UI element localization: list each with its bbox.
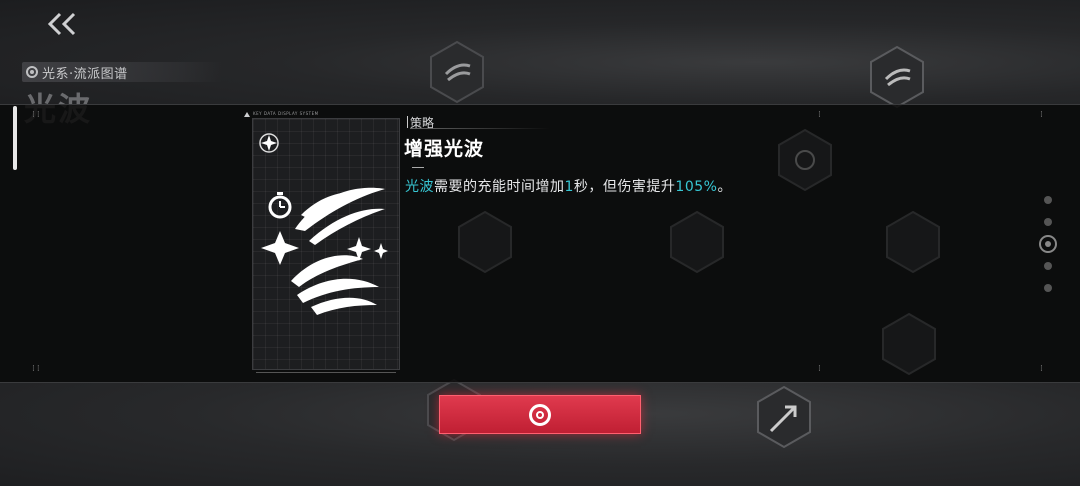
desc-number: 1 <box>564 179 574 195</box>
panel-mark: ⁞ <box>1040 364 1045 374</box>
node-hex-icon <box>670 210 724 274</box>
light-school-icon <box>26 66 38 78</box>
panel-divider-bottom <box>0 382 1080 383</box>
node-hex-icon <box>882 312 936 376</box>
school-title: 光系·流派图谱 <box>42 66 128 82</box>
panel-divider-top <box>0 104 1080 105</box>
light-wave-skill-icon <box>259 133 388 315</box>
scrollbar[interactable] <box>13 106 17 170</box>
panel-mark: ⁞⁞ <box>32 110 42 120</box>
node-hex-icon[interactable] <box>755 385 813 449</box>
node-hex-icon[interactable] <box>428 40 486 104</box>
panel-mark: ⁞ <box>818 364 823 374</box>
desc-percent: 105% <box>675 179 718 195</box>
skill-title: 增强光波 <box>404 138 485 160</box>
desc-text: 。 <box>717 179 732 195</box>
title-dash <box>412 167 424 168</box>
panel-mark: ⁞ <box>818 110 823 120</box>
confirm-button[interactable] <box>439 395 641 434</box>
node-hex-icon <box>778 128 832 192</box>
node-hex-icon <box>458 210 512 274</box>
panel-mark: ⁞ <box>1040 110 1045 120</box>
node-hex-icon <box>886 210 940 274</box>
skill-card <box>252 118 400 370</box>
tag-divider <box>410 128 550 129</box>
card-header-text: KEY DATA DISPLAY SYSTEM <box>253 111 319 116</box>
confirm-ring-icon <box>529 403 551 426</box>
school-title-pill: 光系·流派图谱 <box>22 62 222 82</box>
desc-text: 秒，但伤害提升 <box>573 179 676 195</box>
node-hex-icon[interactable] <box>868 45 926 109</box>
back-button[interactable] <box>44 10 90 40</box>
card-underline <box>256 372 396 373</box>
triangle-icon <box>244 111 250 117</box>
page-indicator[interactable] <box>1036 140 1060 340</box>
skill-description: 光波需要的充能时间增加1秒，但伤害提升105%。 <box>405 176 732 196</box>
card-header: KEY DATA DISPLAY SYSTEM <box>244 111 319 117</box>
desc-skill-name: 光波 <box>405 179 434 195</box>
desc-text: 需要的充能时间增加 <box>434 179 565 195</box>
panel-mark: ⁞⁞ <box>32 364 42 374</box>
